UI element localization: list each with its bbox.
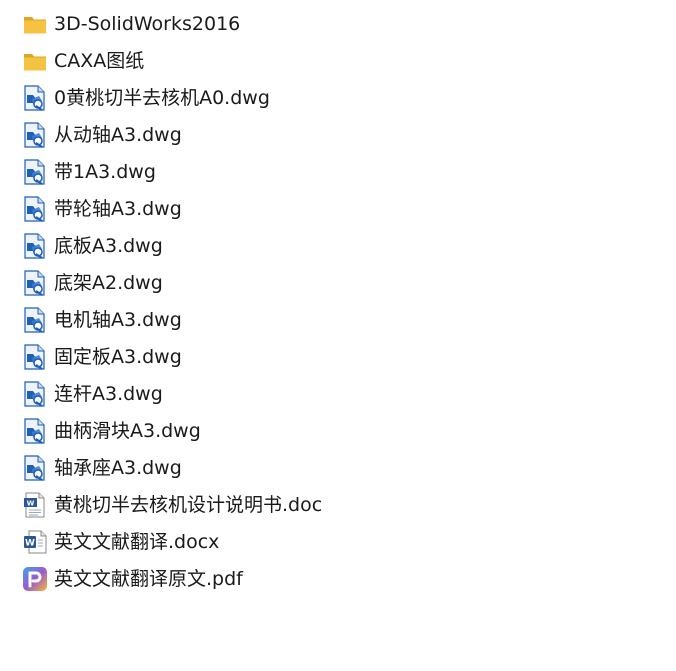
file-name: 固定板A3.dwg [54,346,182,368]
dwg-file-icon [22,344,48,370]
file-item[interactable]: W 英文文献翻译.docx [0,523,676,560]
file-item[interactable]: 连杆A3.dwg [0,375,676,412]
file-list: 3D-SolidWorks2016 CAXA图纸 0黄桃切半去核机A0.dwg … [0,5,676,597]
dwg-file-icon [22,85,48,111]
file-name: 电机轴A3.dwg [54,309,182,331]
dwg-file-icon [22,233,48,259]
file-name: 带1A3.dwg [54,161,156,183]
docx-file-icon: W [22,529,48,555]
file-name: 带轮轴A3.dwg [54,198,182,220]
file-name: 英文文献翻译.docx [54,531,220,553]
file-name: 0黄桃切半去核机A0.dwg [54,87,270,109]
svg-text:W: W [25,539,35,549]
dwg-file-icon [22,307,48,333]
file-item[interactable]: 曲柄滑块A3.dwg [0,412,676,449]
file-item[interactable]: 从动轴A3.dwg [0,116,676,153]
file-name: 曲柄滑块A3.dwg [54,420,201,442]
svg-text:W: W [27,499,35,507]
folder-icon [22,11,48,37]
pdf-file-icon [22,566,48,592]
dwg-file-icon [22,196,48,222]
file-name: 3D-SolidWorks2016 [54,13,241,35]
file-name: CAXA图纸 [54,50,145,72]
file-name: 英文文献翻译原文.pdf [54,568,243,590]
dwg-file-icon [22,455,48,481]
file-item[interactable]: 英文文献翻译原文.pdf [0,560,676,597]
file-name: 底板A3.dwg [54,235,163,257]
doc-file-icon: W [22,492,48,518]
folder-icon [22,48,48,74]
file-item[interactable]: 轴承座A3.dwg [0,449,676,486]
file-name: 轴承座A3.dwg [54,457,182,479]
dwg-file-icon [22,418,48,444]
file-item[interactable]: 固定板A3.dwg [0,338,676,375]
dwg-file-icon [22,122,48,148]
file-item[interactable]: 电机轴A3.dwg [0,301,676,338]
file-name: 连杆A3.dwg [54,383,163,405]
file-item[interactable]: 底板A3.dwg [0,227,676,264]
file-name: 从动轴A3.dwg [54,124,182,146]
dwg-file-icon [22,270,48,296]
dwg-file-icon [22,159,48,185]
dwg-file-icon [22,381,48,407]
file-name: 底架A2.dwg [54,272,163,294]
file-item[interactable]: 带轮轴A3.dwg [0,190,676,227]
file-item[interactable]: 0黄桃切半去核机A0.dwg [0,79,676,116]
file-item[interactable]: W 黄桃切半去核机设计说明书.doc [0,486,676,523]
file-item[interactable]: CAXA图纸 [0,42,676,79]
file-item[interactable]: 3D-SolidWorks2016 [0,5,676,42]
file-item[interactable]: 底架A2.dwg [0,264,676,301]
file-item[interactable]: 带1A3.dwg [0,153,676,190]
file-name: 黄桃切半去核机设计说明书.doc [54,494,323,516]
